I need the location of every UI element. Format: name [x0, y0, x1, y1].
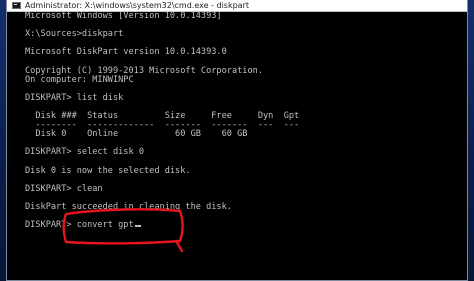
current-command: DISKPART> convert gpt — [25, 220, 134, 231]
disk-table-row: Disk 0 Online 60 GB 60 GB — [25, 129, 248, 140]
console-line: DISKPART> list disk — [25, 92, 124, 103]
console-line: Microsoft Windows [Version 10.0.14393] — [25, 12, 222, 21]
window-title: Administrator: X:\windows\system32\cmd.e… — [25, 0, 249, 10]
cmd-window[interactable]: Administrator: X:\windows\system32\cmd.e… — [6, 0, 468, 281]
console-line: X:\Sources>diskpart — [25, 29, 124, 40]
cmd-icon — [12, 2, 21, 9]
text-cursor — [134, 225, 141, 228]
console-line: On computer: MINWINPC — [25, 74, 134, 85]
console-line: DISKPART> clean — [25, 183, 103, 194]
console-line: Microsoft DiskPart version 10.0.14393.0 — [25, 47, 227, 58]
console-output[interactable]: Microsoft Windows [Version 10.0.14393] X… — [25, 12, 461, 270]
console-line: Disk 0 is now the selected disk. — [25, 165, 191, 176]
command-prompt-line[interactable]: DISKPART> convert gpt — [25, 221, 461, 230]
title-bar[interactable]: Administrator: X:\windows\system32\cmd.e… — [7, 0, 467, 12]
vertical-scrollbar[interactable] — [457, 12, 467, 280]
console-line: DiskPart succeeded in cleaning the disk. — [25, 201, 232, 212]
console-line: DISKPART> select disk 0 — [25, 147, 144, 158]
